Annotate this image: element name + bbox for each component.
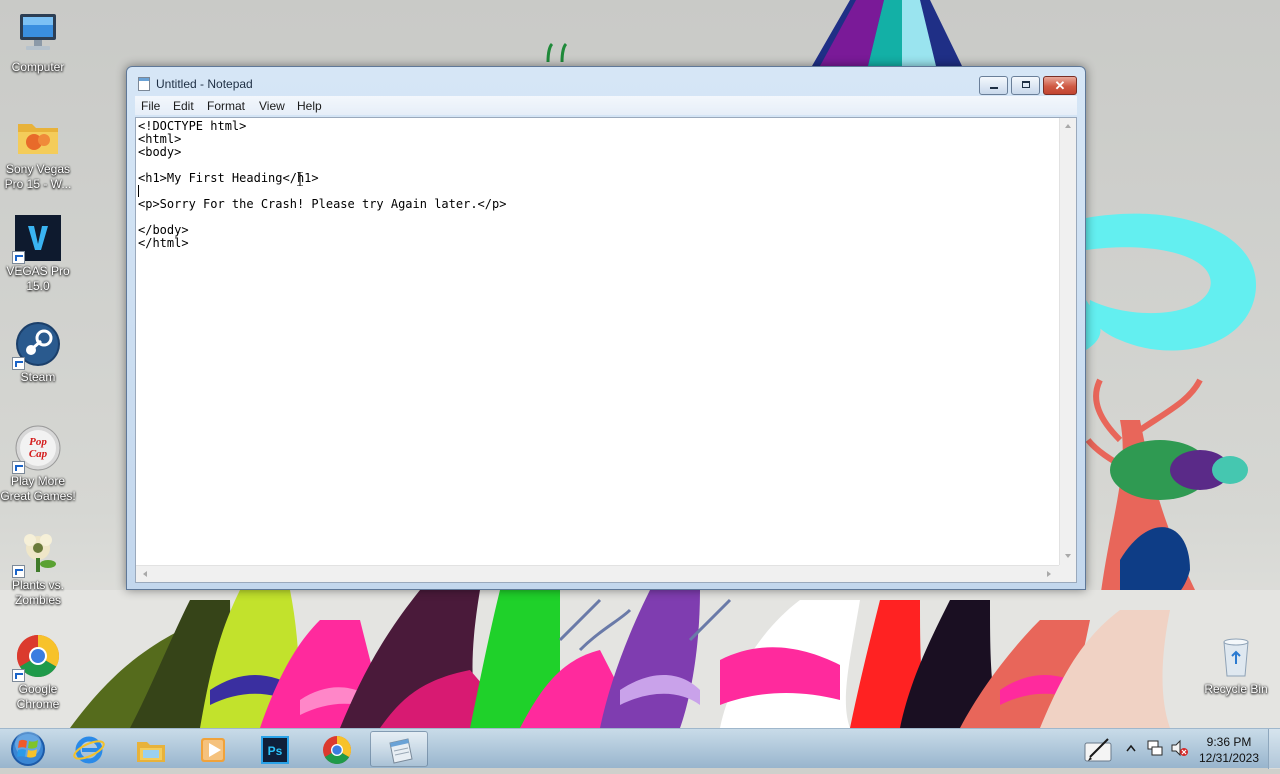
taskbar-internet-explorer[interactable]: [60, 731, 118, 767]
svg-text:Cap: Cap: [29, 448, 48, 460]
desktop-icon-popcap[interactable]: Pop Cap Play More Great Games!: [0, 424, 76, 504]
scroll-down-arrow-icon[interactable]: [1065, 554, 1071, 558]
desktop-icon-computer[interactable]: Computer: [0, 10, 76, 75]
show-desktop-button[interactable]: [1268, 729, 1280, 769]
desktop-icon-google-chrome[interactable]: Google Chrome: [0, 632, 76, 712]
ibeam-cursor-icon: [297, 172, 303, 186]
text-content[interactable]: <!DOCTYPE html> <html> <body> <h1>My Fir…: [138, 120, 1058, 564]
window-title: Untitled - Notepad: [156, 77, 253, 91]
minimize-icon: [990, 87, 998, 89]
scroll-up-arrow-icon[interactable]: [1065, 124, 1071, 128]
steam-icon: [12, 320, 62, 370]
menu-file[interactable]: File: [141, 99, 160, 113]
windows-logo-icon: [11, 731, 45, 766]
desktop-icon-label: Recycle Bin: [1204, 682, 1268, 696]
start-button[interactable]: [2, 729, 54, 769]
volume-muted-icon[interactable]: [1170, 739, 1188, 757]
desktop-icon-label: Google Chrome: [16, 682, 60, 711]
notepad-icon: [389, 738, 413, 764]
text-caret: [138, 185, 139, 197]
menu-view[interactable]: View: [259, 99, 285, 113]
notepad-window[interactable]: Untitled - Notepad ✕ File Edit Format Vi…: [126, 66, 1086, 590]
desktop-icon-plants-vs-zombies[interactable]: Plants vs. Zombies: [0, 528, 76, 608]
folder-icon: [137, 742, 165, 762]
photoshop-icon: Ps: [261, 736, 289, 764]
desktop-icon-sony-vegas[interactable]: Sony Vegas Pro 15 - W...: [0, 112, 76, 192]
menu-bar: File Edit Format View Help: [135, 96, 1077, 115]
desktop-icon-label: VEGAS Pro 15.0: [6, 264, 70, 293]
horizontal-scrollbar[interactable]: [136, 565, 1059, 582]
title-bar[interactable]: Untitled - Notepad ✕: [127, 67, 1085, 99]
menu-format[interactable]: Format: [207, 99, 245, 113]
show-hidden-icons-icon[interactable]: [1126, 744, 1136, 752]
desktop[interactable]: Computer Sony Vegas Pro 15 - W... VEGAS …: [0, 0, 1280, 728]
folder-music-icon: [14, 112, 62, 160]
maximize-button[interactable]: [1011, 76, 1040, 95]
desktop-icon-vegas-pro[interactable]: VEGAS Pro 15.0: [0, 214, 76, 294]
desktop-icon-label: Plants vs. Zombies: [11, 578, 65, 607]
vegas-pro-icon: [12, 214, 62, 264]
menu-help[interactable]: Help: [297, 99, 322, 113]
google-chrome-icon: [323, 736, 352, 765]
notepad-icon: [138, 77, 150, 91]
clock-date[interactable]: 12/31/2023: [1196, 751, 1262, 765]
shortcut-arrow-icon: [12, 251, 25, 264]
minimize-button[interactable]: [979, 76, 1008, 95]
clock-time[interactable]: 9:36 PM: [1196, 735, 1262, 749]
shortcut-arrow-icon: [12, 565, 25, 578]
internet-explorer-icon: [73, 736, 105, 764]
close-button[interactable]: ✕: [1043, 76, 1077, 95]
svg-text:Pop: Pop: [29, 436, 47, 448]
taskbar: Ps 9:36 PM 12/31/2023: [0, 728, 1280, 769]
maximize-icon: [1022, 81, 1030, 88]
popcap-icon: Pop Cap: [12, 424, 62, 474]
taskbar-windows-explorer[interactable]: [122, 731, 180, 767]
desktop-icon-label: Computer: [11, 60, 65, 74]
desktop-icon-label: Sony Vegas Pro 15 - W...: [4, 162, 72, 191]
taskbar-photoshop[interactable]: Ps: [246, 731, 304, 767]
network-icon[interactable]: [1146, 739, 1164, 757]
menu-edit[interactable]: Edit: [173, 99, 194, 113]
shortcut-arrow-icon: [12, 669, 25, 682]
desktop-icon-recycle-bin[interactable]: Recycle Bin: [1198, 632, 1274, 697]
google-chrome-icon: [12, 632, 62, 682]
media-player-icon: [201, 738, 225, 762]
desktop-icon-label: Steam: [20, 370, 56, 384]
recycle-bin-icon: [1212, 632, 1260, 680]
shortcut-arrow-icon: [12, 357, 25, 370]
computer-icon: [14, 10, 62, 58]
desktop-icon-steam[interactable]: Steam: [0, 320, 76, 385]
plants-vs-zombies-icon: [12, 528, 62, 578]
taskbar-notepad[interactable]: [370, 731, 428, 767]
svg-text:Ps: Ps: [268, 744, 283, 758]
taskbar-google-chrome[interactable]: [308, 731, 366, 767]
pen-tablet-icon[interactable]: [1082, 733, 1114, 765]
close-icon: ✕: [1054, 78, 1066, 93]
desktop-icon-label: Play More Great Games!: [0, 474, 76, 503]
shortcut-arrow-icon: [12, 461, 25, 474]
scroll-right-arrow-icon[interactable]: [1047, 571, 1051, 577]
text-editor[interactable]: <!DOCTYPE html> <html> <body> <h1>My Fir…: [135, 117, 1077, 583]
resize-grip[interactable]: [1059, 565, 1076, 582]
taskbar-windows-media-player[interactable]: [184, 731, 242, 767]
vertical-scrollbar[interactable]: [1059, 118, 1076, 566]
scroll-left-arrow-icon[interactable]: [143, 571, 147, 577]
